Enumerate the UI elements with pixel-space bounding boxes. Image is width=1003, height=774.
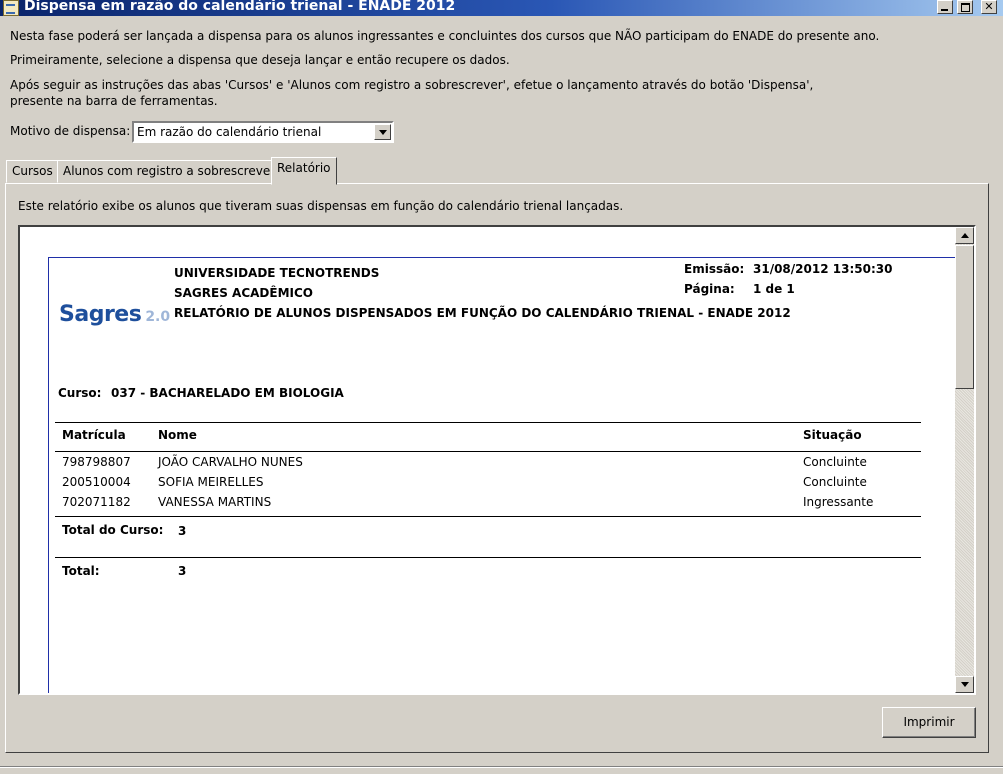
window-title: Dispensa em razão do calendário trienal … bbox=[24, 0, 456, 14]
panel-description: Este relatório exibe os alunos que tiver… bbox=[18, 199, 624, 213]
print-button[interactable]: Imprimir bbox=[882, 707, 976, 738]
close-icon: ✕ bbox=[984, 0, 994, 13]
tab-cursos[interactable]: Cursos bbox=[6, 160, 59, 183]
close-button[interactable]: ✕ bbox=[981, 0, 997, 14]
pagina-value: 1 de 1 bbox=[753, 282, 795, 296]
report-scrollbar[interactable] bbox=[955, 227, 974, 693]
report-institution: UNIVERSIDADE TECNOTRENDS bbox=[174, 266, 380, 280]
motivo-label: Motivo de dispensa: bbox=[10, 124, 131, 138]
emissao-label: Emissão: bbox=[684, 262, 745, 276]
total-rule bbox=[55, 557, 921, 558]
row-nome: JOÃO CARVALHO NUNES bbox=[158, 455, 303, 469]
row-nome: VANESSA MARTINS bbox=[158, 495, 272, 509]
emissao-value: 31/08/2012 13:50:30 bbox=[753, 262, 893, 276]
motivo-dropdown-value: Em razão do calendário trienal bbox=[137, 125, 322, 139]
title-bar: Dispensa em razão do calendário trienal … bbox=[0, 0, 1003, 16]
report-system: SAGRES ACADÊMICO bbox=[174, 286, 313, 300]
row-situacao: Concluinte bbox=[803, 475, 867, 489]
table-top-rule bbox=[55, 422, 921, 423]
column-header-nome: Nome bbox=[158, 428, 197, 442]
intro-line-3: Após seguir as instruções das abas 'Curs… bbox=[10, 78, 814, 92]
curso-label: Curso: bbox=[58, 386, 102, 400]
window-app-icon bbox=[3, 0, 19, 16]
window-bottom-edge-highlight bbox=[0, 767, 1003, 768]
logo-version: 2.0 bbox=[145, 309, 171, 325]
total-value: 3 bbox=[178, 564, 187, 578]
curso-value: 037 - BACHARELADO EM BIOLOGIA bbox=[111, 386, 344, 400]
total-curso-label: Total do Curso: bbox=[62, 523, 164, 537]
intro-line-1: Nesta fase poderá ser lançada a dispensa… bbox=[10, 29, 880, 43]
scroll-up-icon[interactable] bbox=[955, 227, 974, 244]
row-situacao: Concluinte bbox=[803, 455, 867, 469]
total-label: Total: bbox=[62, 564, 100, 578]
report-viewer[interactable]: Sagres 2.0 UNIVERSIDADE TECNOTRENDS SAGRE… bbox=[18, 225, 976, 695]
row-nome: SOFIA MEIRELLES bbox=[158, 475, 264, 489]
scroll-down-icon[interactable] bbox=[955, 676, 974, 693]
total-curso-value: 3 bbox=[178, 524, 187, 538]
chevron-down-icon[interactable] bbox=[374, 124, 391, 140]
pagina-label: Página: bbox=[684, 282, 735, 296]
table-bottom-rule bbox=[55, 516, 921, 517]
row-situacao: Ingressante bbox=[803, 495, 874, 509]
intro-line-4: presente na barra de ferramentas. bbox=[10, 94, 218, 108]
column-header-situacao: Situação bbox=[803, 428, 862, 442]
report-page: Sagres 2.0 UNIVERSIDADE TECNOTRENDS SAGRE… bbox=[48, 257, 959, 693]
intro-line-2: Primeiramente, selecione a dispensa que … bbox=[10, 53, 510, 67]
tab-alunos-registro[interactable]: Alunos com registro a sobrescrever bbox=[57, 160, 282, 183]
row-matricula: 702071182 bbox=[62, 495, 131, 509]
scroll-thumb[interactable] bbox=[955, 245, 974, 389]
minimize-button[interactable] bbox=[937, 0, 953, 14]
motivo-dropdown[interactable]: Em razão do calendário trienal bbox=[132, 121, 394, 143]
row-matricula: 798798807 bbox=[62, 455, 131, 469]
table-header-rule bbox=[55, 451, 921, 452]
logo-text: Sagres bbox=[59, 302, 142, 327]
row-matricula: 200510004 bbox=[62, 475, 131, 489]
report-title: RELATÓRIO DE ALUNOS DISPENSADOS EM FUNÇÃ… bbox=[174, 306, 791, 320]
column-header-matricula: Matrícula bbox=[62, 428, 126, 442]
sagres-logo: Sagres 2.0 bbox=[59, 302, 170, 327]
maximize-button[interactable] bbox=[957, 0, 973, 14]
tab-relatorio[interactable]: Relatório bbox=[271, 157, 337, 185]
